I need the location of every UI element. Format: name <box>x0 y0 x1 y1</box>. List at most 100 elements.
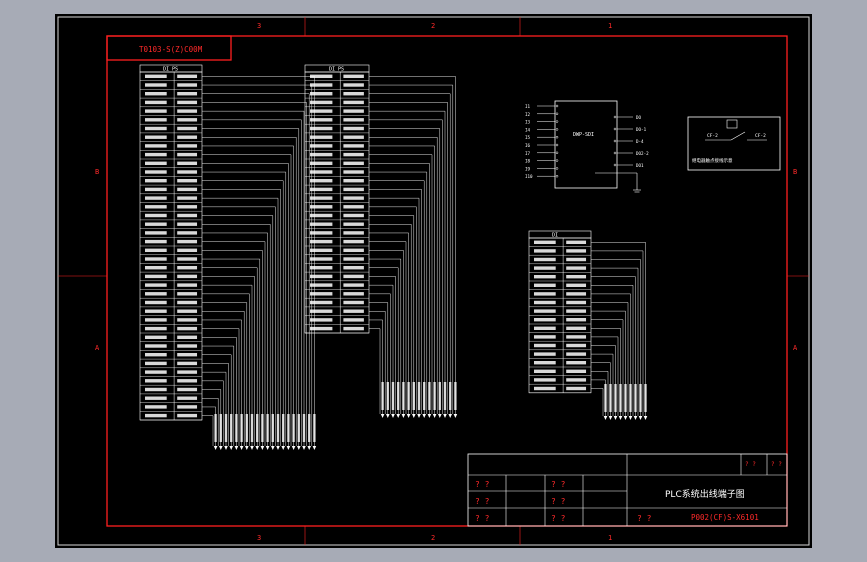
strip-1-row-label-mark <box>145 396 167 400</box>
strip-2-row-label-mark <box>310 266 333 270</box>
strip-1-wire-arrow <box>260 446 265 450</box>
strip-2-row-label-mark <box>310 309 333 313</box>
strip-2-wire-arrow <box>401 414 406 418</box>
plc-output-label: DO-1 <box>636 127 647 132</box>
strip-3-wire-arrow <box>628 416 633 420</box>
strip-1-wire-label <box>219 414 222 442</box>
strip-3-row-tag-mark <box>566 266 587 270</box>
q-mark-1: ? ? <box>475 480 490 489</box>
strip-1-wire-label <box>250 414 254 442</box>
strip-1-row-tag-mark <box>177 248 198 252</box>
strip-1-row-tag-mark <box>177 274 198 279</box>
strip-2-row-tag-mark <box>343 144 364 148</box>
strip-2-wire <box>369 163 430 414</box>
strip-2-row-tag-mark <box>343 109 364 113</box>
strip-1-row-label-mark <box>145 405 167 409</box>
strip-2-row-label-mark <box>310 196 333 200</box>
strip-2-wire-arrow <box>432 414 437 418</box>
strip-1-row-tag-mark <box>177 92 198 96</box>
plc-input-label: I3 <box>525 120 531 125</box>
terminal-strips: DI PS DI PS DI <box>139 64 648 450</box>
plc-input-label: I7 <box>525 151 531 156</box>
strip-1-row-tag-mark <box>177 179 198 183</box>
strip-1-row-label-mark <box>145 353 167 357</box>
strip-2-row-label-mark <box>310 248 333 252</box>
strip-2-wire <box>369 145 435 414</box>
zone-top-3: 3 <box>257 22 261 30</box>
strip-2-wire-label <box>412 382 415 410</box>
strip-3-row-tag-mark <box>566 257 587 262</box>
strip-1-row-label-mark <box>145 170 167 174</box>
strip-2-row-label-mark <box>310 179 333 183</box>
strip-1-row-label-mark <box>145 92 167 96</box>
zone-left-A: A <box>95 344 100 352</box>
strip-2-row-tag-mark <box>343 92 364 96</box>
strip-1-wire-label <box>302 414 306 442</box>
strip-1-wire-arrow <box>224 446 228 450</box>
strip-3-row-tag-mark <box>566 309 587 313</box>
strip-2-wire <box>369 110 446 414</box>
strip-1-wire <box>202 345 235 446</box>
strip-1-row-label-mark <box>145 100 167 105</box>
strip-3-wire <box>591 242 646 416</box>
strip-1-row-label-mark <box>145 318 167 322</box>
strip-3-wire-arrow <box>623 416 628 420</box>
strip-2-row-tag-mark <box>343 161 364 165</box>
strip-2-row-tag-mark <box>343 274 364 279</box>
strip-3-wire <box>591 276 636 416</box>
strip-3-row-tag-mark <box>566 326 587 330</box>
strip-1-row-tag-mark <box>177 309 198 313</box>
strip-2-row-tag-mark <box>343 179 364 183</box>
strip-3-row-tag-mark <box>566 352 587 356</box>
plc-module-label: DWP-SDI <box>573 132 594 138</box>
strip-3-wire-arrow <box>613 416 618 420</box>
strip-2-row-label-mark <box>310 318 333 322</box>
strip-1-wire-arrow <box>245 446 249 450</box>
plc-input-pin <box>555 104 559 108</box>
strip-2-row-label-mark <box>310 257 333 261</box>
plc-input-pin <box>555 174 559 178</box>
plc-output-label: DO <box>636 115 642 120</box>
strip-1-row-tag-mark <box>177 326 198 331</box>
strip-1-header: DI PS <box>163 67 178 73</box>
strip-1-row-tag-mark <box>177 396 198 400</box>
drawing-sheet: 3 2 1 3 2 1 B A B A T0103-S(Z)C00M DI PS… <box>55 14 812 548</box>
strip-2-row-label-mark <box>310 231 333 235</box>
strip-1-row-label-mark <box>145 274 167 279</box>
strip-3-wire <box>591 379 606 416</box>
strip-2-wire-label <box>454 382 457 410</box>
strip-2-row-tag-mark <box>343 205 364 209</box>
strip-3-wire-label <box>644 384 647 412</box>
strip-3-row-label-mark <box>534 378 556 382</box>
strip-3-wire <box>591 362 611 416</box>
plc-input-label: I2 <box>525 112 531 117</box>
strip-1-row-tag-mark <box>177 126 198 131</box>
strip-2-row-label-mark <box>310 283 333 287</box>
q-mark-4: ? ? <box>551 480 566 489</box>
q-mark-9: ? ? <box>771 461 782 468</box>
strip-1-row-label-mark <box>145 335 167 339</box>
strip-3-row-label-mark <box>534 352 556 356</box>
strip-1-wire-label <box>308 414 311 442</box>
strip-1-wire-label <box>292 414 295 442</box>
strip-2-row-tag-mark <box>343 318 364 322</box>
strip-3-wire-arrow <box>608 416 613 420</box>
relay-left-label: CF-2 <box>707 133 718 139</box>
strip-1-row-label-mark <box>145 361 167 366</box>
strip-3-row-tag-mark <box>566 378 587 382</box>
strip-2-wire-label <box>417 382 421 410</box>
strip-2-row-tag-mark <box>343 292 364 296</box>
strip-1-row-label-mark <box>145 309 167 313</box>
plc-output-label: DO1 <box>636 163 644 168</box>
strip-1-row-label-mark <box>145 413 167 418</box>
plc-output-pin <box>613 127 617 131</box>
drawing-number: P002(CF)S-X6101 <box>691 513 759 522</box>
strip-1-row-tag-mark <box>177 318 198 322</box>
strip-3-row-label-mark <box>534 386 556 391</box>
strip-1-wire-label <box>214 414 217 442</box>
strip-1-wire <box>202 311 245 446</box>
strip-3-row-label-mark <box>534 292 556 296</box>
plc-input-pin <box>555 159 559 162</box>
strip-2-row-label-mark <box>310 161 333 165</box>
strip-1: DI PS <box>139 64 317 450</box>
